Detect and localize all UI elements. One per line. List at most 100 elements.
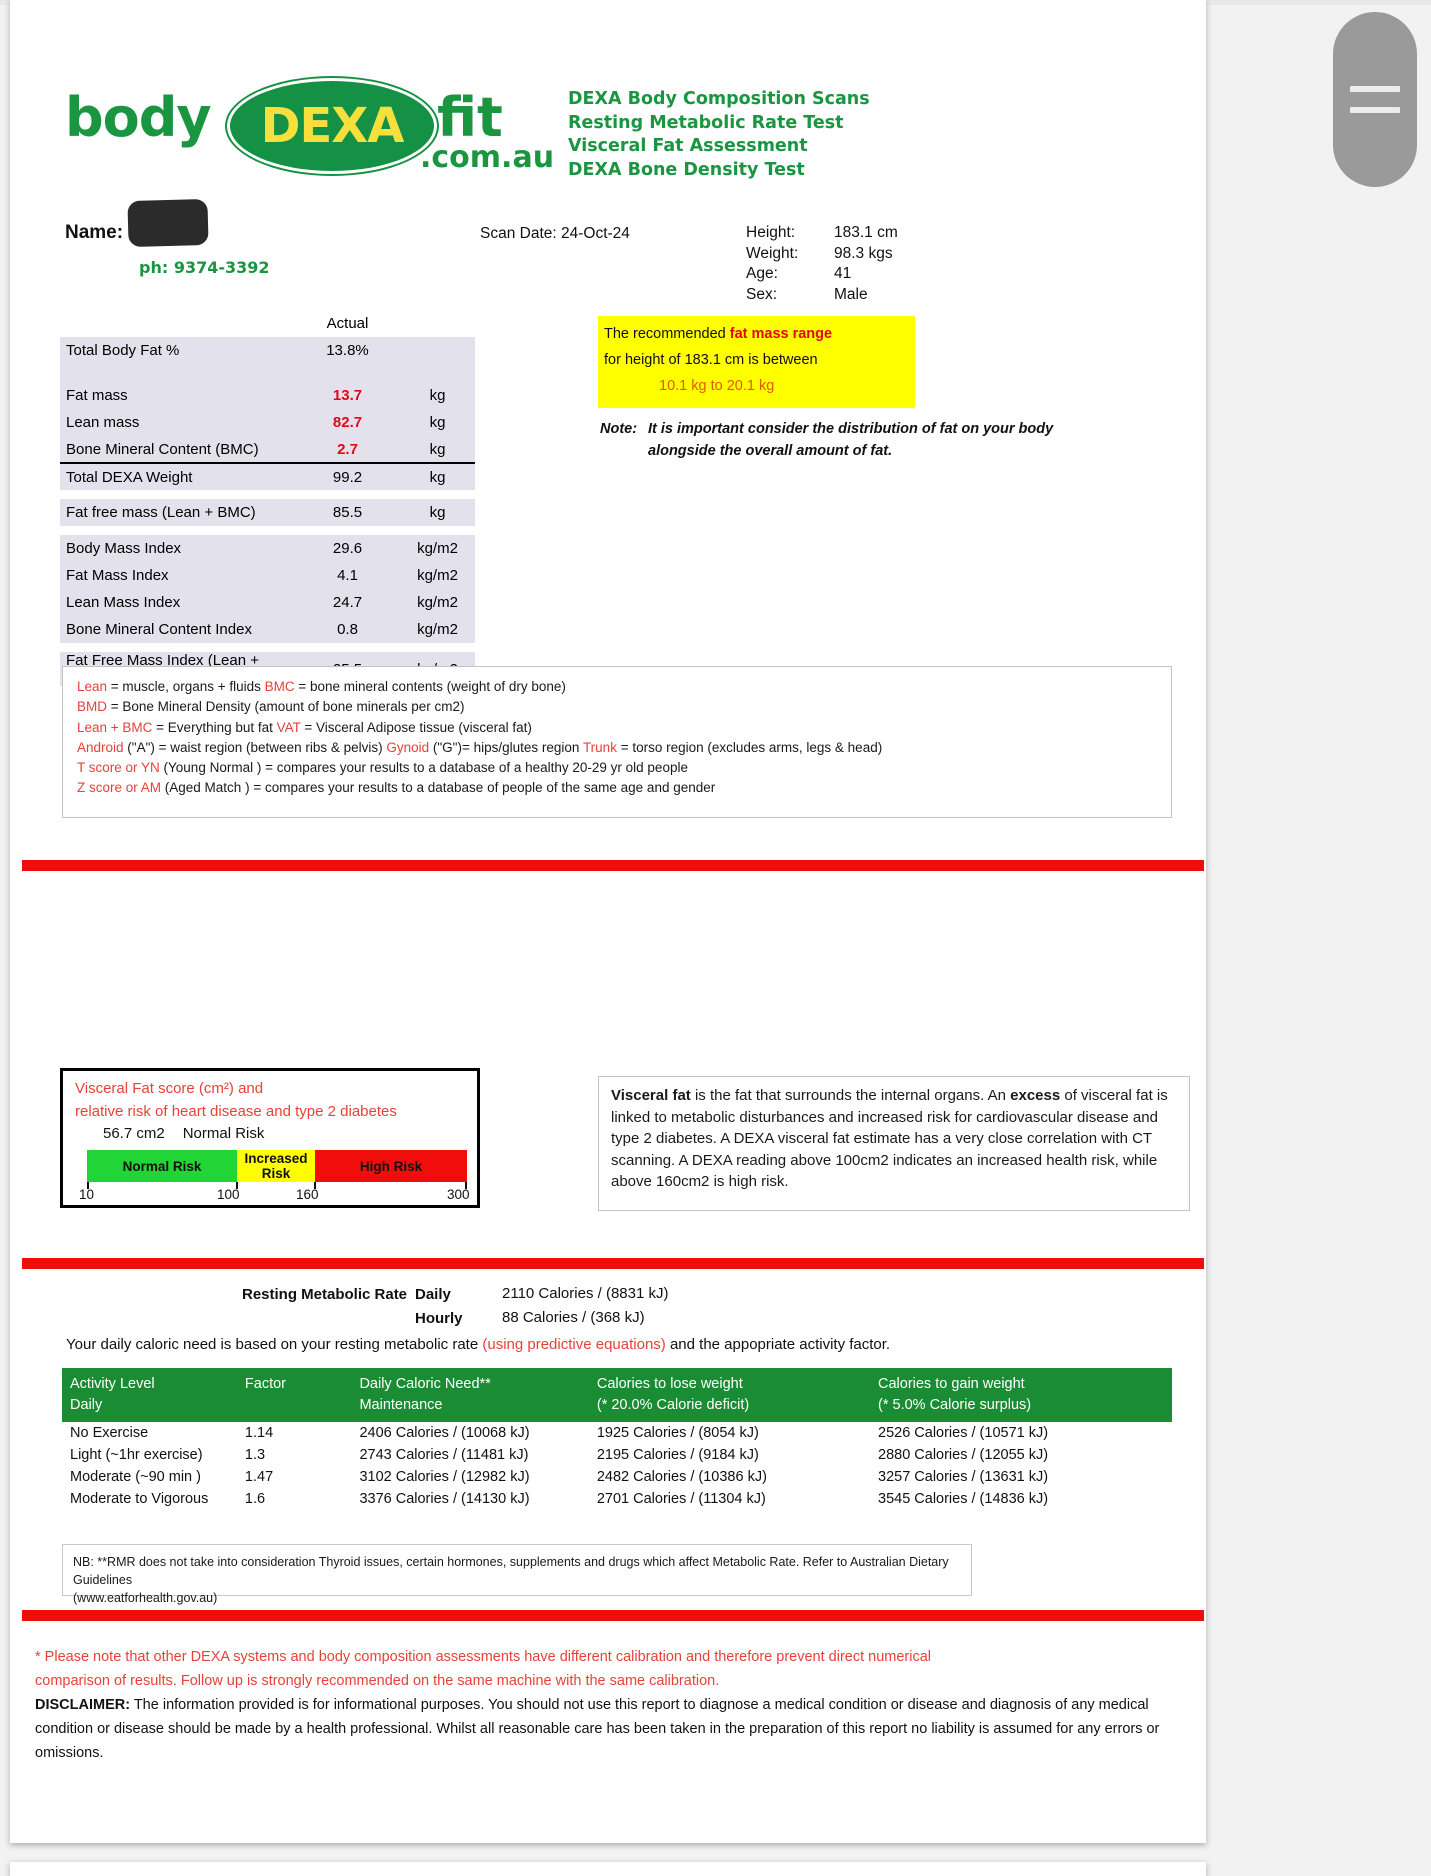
body-composition-table: Actual Total Body Fat % 13.8% Fat mass 1…: [60, 310, 475, 686]
row-value: 24.7: [332, 594, 363, 611]
fat-range-line2: for height of 183.1 cm is between: [604, 352, 818, 368]
risk-segment-normal: Normal Risk: [87, 1150, 237, 1182]
legal-disclaimer: DISCLAIMER: The information provided is …: [35, 1693, 1180, 1765]
table-gap: [60, 526, 475, 535]
row-unit: kg: [429, 387, 446, 404]
table-gap: [60, 490, 475, 499]
stat-row-age: Age: 41: [746, 264, 898, 285]
table-row: Bone Mineral Content (BMC) 2.7 kg: [60, 436, 475, 463]
calibration-note-line2: comparison of results. Follow up is stro…: [35, 1673, 720, 1689]
row-value: 82.7: [332, 414, 363, 431]
cell-lose: 1925 Calories / (8054 kJ): [596, 1425, 759, 1441]
row-label: Lean Mass Index: [66, 594, 181, 611]
table-row: Body Mass Index 29.6 kg/m2: [60, 535, 475, 562]
cell-gain: 2526 Calories / (10571 kJ): [878, 1425, 1049, 1441]
cell-factor: 1.3: [244, 1447, 266, 1463]
logo-text-dexa: DEXA: [260, 98, 405, 154]
row-value: 85.5: [332, 504, 363, 521]
visceral-text-run: is the fat that surrounds the internal o…: [690, 1087, 1011, 1104]
legend-text: = Bone Mineral Density (amount of bone m…: [107, 699, 465, 715]
phone-number: ph: 9374-3392: [139, 258, 270, 277]
stat-value: 41: [834, 265, 852, 282]
stat-label: Age:: [746, 265, 778, 282]
table-row: Lean Mass Index 24.7 kg/m2: [60, 589, 475, 616]
rmr-title: Resting Metabolic Rate: [242, 1286, 408, 1303]
disclaimer-label: DISCLAIMER:: [35, 1697, 131, 1713]
rmr-daily-value: 2110 Calories / (8831 kJ): [502, 1285, 669, 1302]
legend-term: Lean: [77, 679, 108, 694]
axis-tick-label: 300: [447, 1187, 470, 1202]
redaction-block: [127, 198, 209, 248]
disclaimer-block: * Please note that other DEXA systems an…: [35, 1645, 1180, 1765]
section-divider-2: [22, 1258, 1204, 1269]
scan-date: Scan Date: 24-Oct-24: [480, 225, 630, 242]
cell-activity: No Exercise: [70, 1425, 149, 1441]
row-unit: kg: [429, 414, 446, 431]
row-label: Total DEXA Weight: [66, 468, 193, 486]
logo-text-domain: .com.au: [420, 140, 555, 175]
distribution-note: Note: It is important consider the distri…: [600, 418, 1140, 462]
legend-text: ("G")= hips/glutes region: [429, 739, 583, 755]
legend-text: (Aged Match ) = compares your results to…: [161, 780, 716, 796]
row-unit: kg/m2: [417, 621, 458, 638]
visceral-fat-panel: Visceral Fat score (cm²) and relative ri…: [60, 1068, 480, 1208]
cell-lose: 2701 Calories / (11304 kJ): [596, 1491, 766, 1507]
services-list: DEXA Body Composition Scans Resting Meta…: [568, 88, 870, 182]
handle-bar-icon: [1350, 107, 1400, 113]
legend-line: Android ("A") = waist region (between ri…: [77, 738, 1171, 758]
footnote-line1: NB: **RMR does not take into considerati…: [73, 1555, 949, 1587]
fat-range-highlight: The recommended fat mass range for heigh…: [598, 316, 915, 408]
stat-row-height: Height: 183.1 cm: [746, 223, 898, 244]
table-row-total: Total DEXA Weight 99.2 kg: [60, 463, 475, 490]
section-divider-3: [22, 1610, 1204, 1621]
fat-range-line1: The recommended fat mass range: [604, 326, 833, 342]
table-row: Bone Mineral Content Index 0.8 kg/m2: [60, 616, 475, 643]
visceral-risk-bar: Normal Risk Increased Risk High Risk: [87, 1150, 467, 1182]
rmr-hourly-label: Hourly: [415, 1310, 463, 1327]
axis-tick-label: 160: [296, 1187, 319, 1202]
visceral-title-line1: Visceral Fat score (cm²) and: [75, 1080, 264, 1097]
row-label: Lean mass: [66, 414, 140, 431]
table-header-row: Actual: [60, 310, 475, 337]
legend-term: BMC: [264, 679, 295, 694]
legend-term: Gynoid: [386, 739, 430, 755]
legend-text: = muscle, organs + fluids: [107, 679, 265, 694]
legend-term: Lean + BMC: [77, 719, 153, 735]
service-item: DEXA Body Composition Scans: [568, 89, 870, 109]
table-spacer-row: [60, 364, 475, 382]
legend-line: Z score or AM (Aged Match ) = compares y…: [77, 778, 1171, 798]
row-unit: [400, 337, 475, 364]
fat-range-value: 10.1 kg to 20.1 kg: [659, 378, 775, 394]
legend-text: = torso region (excludes arms, legs & he…: [616, 739, 883, 755]
legend-term: VAT: [276, 719, 301, 735]
handle-bar-icon: [1350, 86, 1400, 92]
visceral-title-line2: relative risk of heart disease and type …: [75, 1103, 397, 1120]
cell-gain: 3545 Calories / (14836 kJ): [878, 1491, 1049, 1507]
row-label: Bone Mineral Content Index: [66, 621, 252, 638]
table-gap: [60, 643, 475, 652]
stat-label: Height:: [746, 224, 796, 241]
row-unit: kg/m2: [417, 567, 458, 584]
stat-label: Weight:: [746, 244, 799, 262]
footnote-line2: (www.eatforhealth.gov.au): [73, 1591, 218, 1605]
drag-handle-overlay[interactable]: [1333, 12, 1417, 187]
visceral-explanation: Visceral fat is the fat that surrounds t…: [598, 1076, 1190, 1211]
cell-activity: Light (~1hr exercise): [70, 1447, 203, 1463]
table-row: Fat free mass (Lean + BMC) 85.5 kg: [60, 499, 475, 526]
stat-row-sex: Sex: Male: [746, 285, 898, 306]
calibration-note-line1: * Please note that other DEXA systems an…: [35, 1649, 931, 1665]
bodydexafit-logo: body DEXA fit .com.au ph: 9374-3392: [65, 78, 554, 277]
risk-segment-high: High Risk: [315, 1150, 467, 1182]
cell-factor: 1.14: [244, 1425, 274, 1441]
cell-gain: 2880 Calories / (12055 kJ): [878, 1447, 1049, 1463]
row-value: 4.1: [337, 567, 358, 584]
row-label: Fat free mass (Lean + BMC): [66, 504, 256, 521]
row-unit: kg/m2: [417, 540, 458, 557]
cell-factor: 1.47: [244, 1469, 274, 1485]
legend-term: Android: [77, 739, 124, 755]
row-value: 13.8%: [326, 342, 369, 359]
logo-oval: DEXA: [227, 78, 437, 174]
note-line: It is important consider the distributio…: [648, 421, 1054, 437]
visceral-emphasis: Visceral fat: [611, 1087, 691, 1104]
fat-mass-range-emphasis: fat mass range: [729, 326, 833, 342]
